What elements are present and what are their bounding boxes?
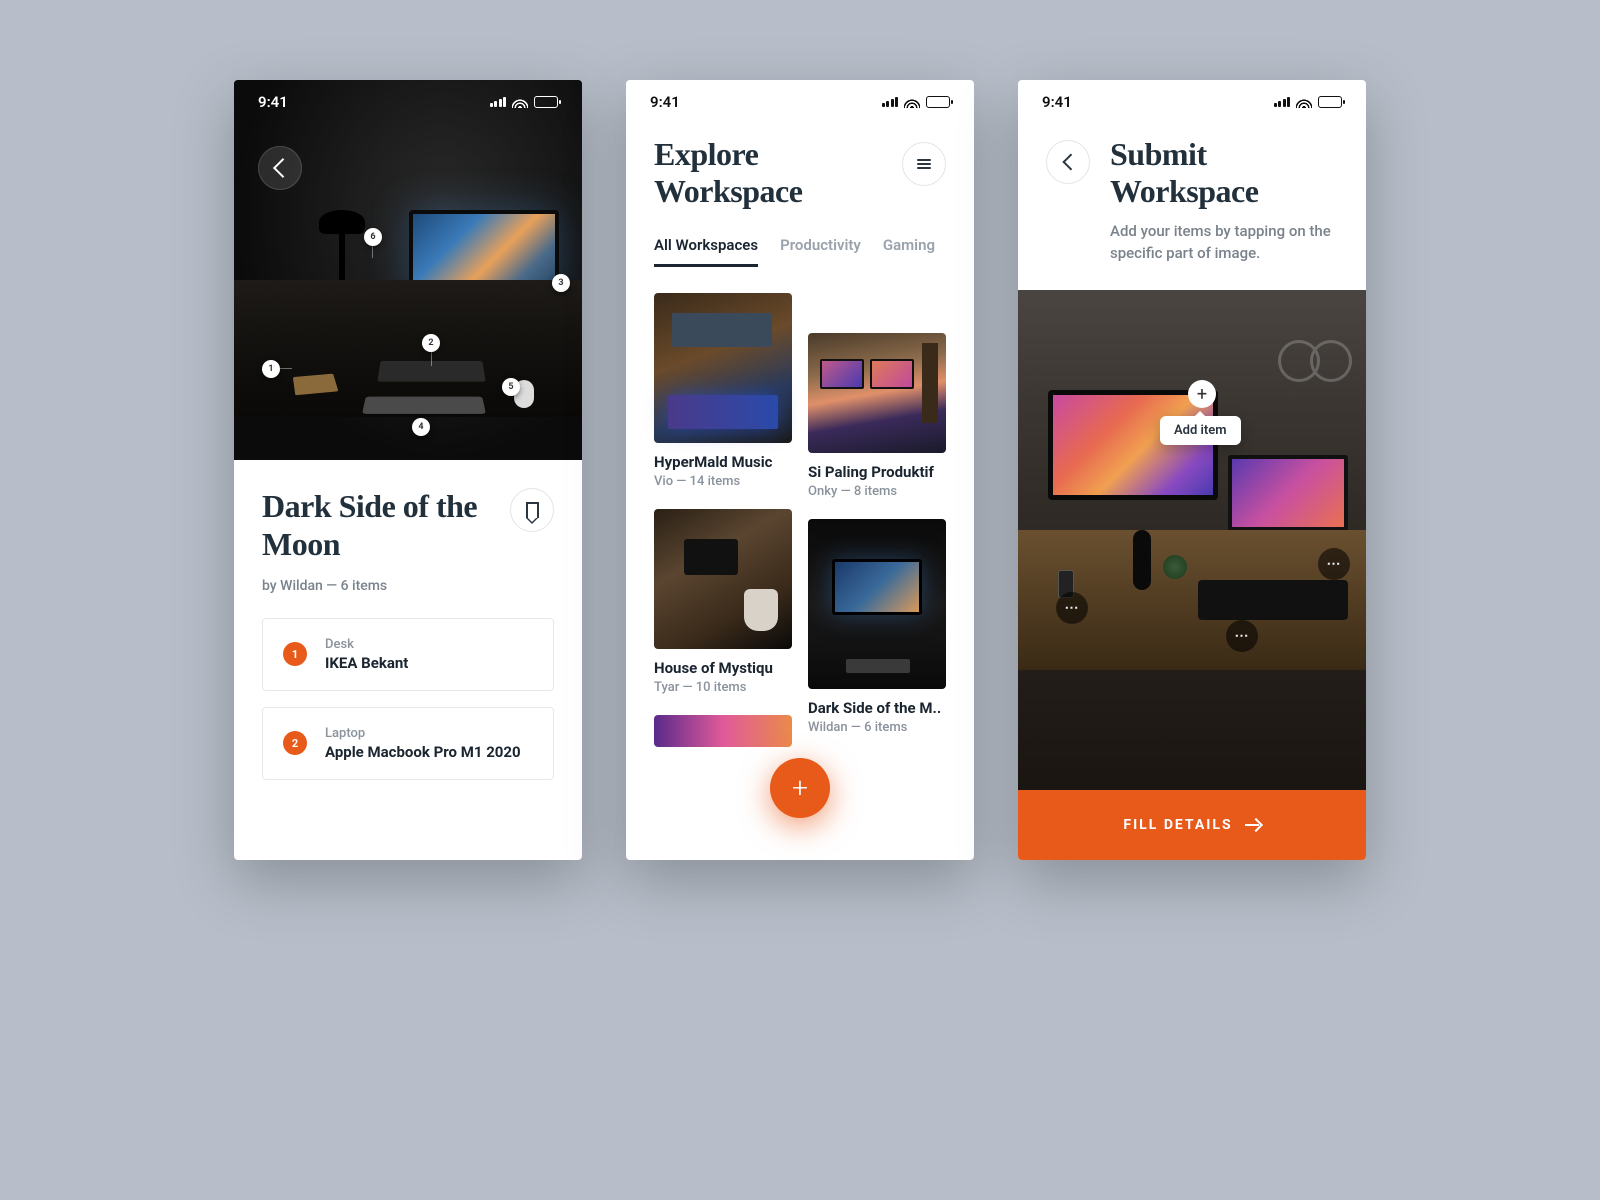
dots-icon: ⋯ — [1327, 556, 1342, 572]
item-name: IKEA Bekant — [325, 654, 408, 672]
page-subtitle: Add your items by tapping on the specifi… — [1110, 220, 1338, 265]
card-subtitle: Tyar — 10 items — [654, 680, 792, 695]
add-workspace-fab[interactable]: + — [770, 758, 830, 818]
tab-productivity[interactable]: Productivity — [780, 236, 861, 267]
workspace-card[interactable]: Dark Side of the M.. Wildan — 6 items — [808, 519, 946, 735]
status-time: 9:41 — [650, 93, 680, 111]
decor-bicycle — [1270, 300, 1360, 390]
signal-icon — [490, 97, 507, 107]
item-category: Laptop — [325, 726, 521, 741]
app-showcase: 9:41 1 2 3 — [234, 80, 1366, 860]
item-category: Desk — [325, 637, 408, 652]
card-subtitle: Wildan — 6 items — [808, 720, 946, 735]
signal-icon — [1274, 97, 1291, 107]
page-title: Submit Workspace — [1110, 136, 1338, 210]
back-button[interactable] — [1046, 140, 1090, 184]
workspace-thumbnail — [808, 519, 946, 689]
battery-icon — [926, 96, 950, 108]
add-item-pin[interactable]: + — [1188, 380, 1216, 408]
signal-icon — [882, 97, 899, 107]
item-name: Apple Macbook Pro M1 2020 — [325, 743, 521, 761]
hotspot-5[interactable]: 5 — [502, 378, 520, 396]
screen-detail: 9:41 1 2 3 — [234, 80, 582, 860]
workspace-title: Dark Side of the Moon — [262, 488, 492, 564]
submit-workspace-image[interactable]: + Add item ⋯ ⋯ ⋯ — [1018, 290, 1366, 790]
menu-button[interactable] — [902, 142, 946, 186]
card-title: Si Paling Produktif — [808, 463, 946, 481]
back-button[interactable] — [258, 146, 302, 190]
arrow-left-icon — [273, 158, 293, 178]
status-indicators — [882, 96, 951, 108]
arrow-left-icon — [1062, 154, 1079, 171]
card-title: HyperMald Music — [654, 453, 792, 471]
status-bar: 9:41 — [1018, 80, 1366, 124]
workspace-card[interactable]: HyperMald Music Vio — 14 items — [654, 293, 792, 489]
status-time: 9:41 — [1042, 93, 1072, 111]
workspace-thumbnail-partial[interactable] — [654, 715, 792, 747]
page-title: Explore Workspace — [654, 136, 802, 210]
hotspot-4[interactable]: 4 — [412, 418, 430, 436]
screen-explore: 9:41 Explore Workspace All Workspaces Pr… — [626, 80, 974, 860]
hotspot-2[interactable]: 2 — [422, 334, 440, 352]
wifi-icon — [1296, 96, 1312, 108]
screen-submit: 9:41 Submit Workspace Add your items by … — [1018, 80, 1366, 860]
battery-icon — [534, 96, 558, 108]
item-pin[interactable]: ⋯ — [1056, 592, 1088, 624]
item-number-badge: 1 — [283, 642, 307, 666]
card-title: Dark Side of the M.. — [808, 699, 946, 717]
workspace-card[interactable]: Si Paling Produktif Onky — 8 items — [808, 333, 946, 499]
status-bar: 9:41 — [234, 80, 582, 124]
item-pin[interactable]: ⋯ — [1226, 620, 1258, 652]
item-number-badge: 2 — [283, 731, 307, 755]
status-indicators — [490, 96, 559, 108]
workspace-thumbnail — [654, 509, 792, 649]
wifi-icon — [904, 96, 920, 108]
category-tabs: All Workspaces Productivity Gaming Ca — [654, 236, 946, 267]
workspace-hero-image: 1 2 3 4 5 6 — [234, 80, 582, 460]
card-title: House of Mystiqu — [654, 659, 792, 677]
workspace-byline: by Wildan — 6 items — [262, 578, 554, 594]
hotspot-3[interactable]: 3 — [552, 274, 570, 292]
add-item-tooltip: Add item — [1160, 416, 1241, 445]
arrow-right-icon — [1245, 820, 1261, 830]
hamburger-icon — [917, 159, 931, 169]
battery-icon — [1318, 96, 1342, 108]
tab-gaming[interactable]: Gaming — [883, 236, 935, 267]
bookmark-icon — [526, 502, 539, 518]
status-indicators — [1274, 96, 1343, 108]
hotspot-6[interactable]: 6 — [364, 228, 382, 246]
dots-icon: ⋯ — [1065, 600, 1080, 616]
plus-icon: + — [792, 774, 808, 802]
hotspot-1[interactable]: 1 — [262, 360, 280, 378]
item-card[interactable]: 1 Desk IKEA Bekant — [262, 618, 554, 691]
fill-details-button[interactable]: FILL DETAILS — [1018, 790, 1366, 860]
card-subtitle: Vio — 14 items — [654, 474, 792, 489]
status-bar: 9:41 — [626, 80, 974, 124]
workspace-thumbnail — [808, 333, 946, 453]
cta-label: FILL DETAILS — [1123, 817, 1232, 833]
item-pin[interactable]: ⋯ — [1318, 548, 1350, 580]
status-time: 9:41 — [258, 93, 288, 111]
bookmark-button[interactable] — [510, 488, 554, 532]
workspace-card[interactable]: House of Mystiqu Tyar — 10 items — [654, 509, 792, 695]
tab-all-workspaces[interactable]: All Workspaces — [654, 236, 758, 267]
dots-icon: ⋯ — [1235, 628, 1250, 644]
wifi-icon — [512, 96, 528, 108]
item-card[interactable]: 2 Laptop Apple Macbook Pro M1 2020 — [262, 707, 554, 780]
workspace-thumbnail — [654, 293, 792, 443]
card-subtitle: Onky — 8 items — [808, 484, 946, 499]
